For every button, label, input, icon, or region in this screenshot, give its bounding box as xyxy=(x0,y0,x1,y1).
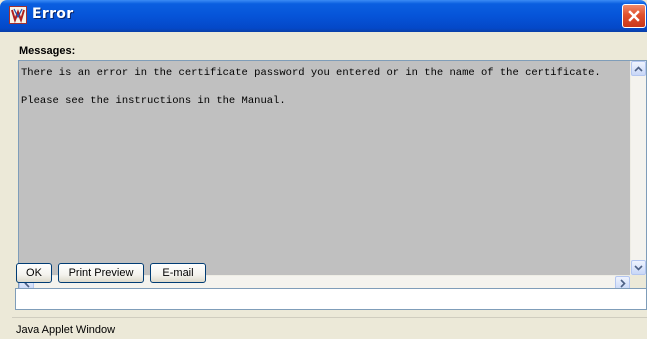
java-applet-icon xyxy=(9,6,27,24)
print-preview-button[interactable]: Print Preview xyxy=(58,263,144,283)
dialog-client-area: Messages: There is an error in the certi… xyxy=(12,32,647,339)
status-field[interactable] xyxy=(15,288,647,310)
chevron-right-icon xyxy=(619,279,626,288)
applet-warning-text: Java Applet Window xyxy=(16,324,116,336)
vertical-scrollbar[interactable] xyxy=(630,61,646,275)
close-button[interactable] xyxy=(622,4,646,28)
email-button[interactable]: E-mail xyxy=(150,263,206,283)
message-line: Please see the instructions in the Manua… xyxy=(21,95,286,107)
ok-button[interactable]: OK xyxy=(16,263,52,283)
window-title: Error xyxy=(32,6,74,22)
chevron-down-icon xyxy=(634,264,643,271)
message-line: There is an error in the certificate pas… xyxy=(21,67,601,79)
applet-warning-bar: Java Applet Window xyxy=(12,317,647,339)
title-bar[interactable]: Error xyxy=(0,0,647,32)
messages-content[interactable]: There is an error in the certificate pas… xyxy=(20,62,630,274)
messages-text-area[interactable]: There is an error in the certificate pas… xyxy=(18,60,647,292)
close-icon xyxy=(628,10,640,22)
scroll-down-button[interactable] xyxy=(631,260,646,275)
chevron-up-icon xyxy=(634,65,643,72)
messages-label: Messages: xyxy=(19,45,76,57)
scroll-up-button[interactable] xyxy=(631,61,646,76)
